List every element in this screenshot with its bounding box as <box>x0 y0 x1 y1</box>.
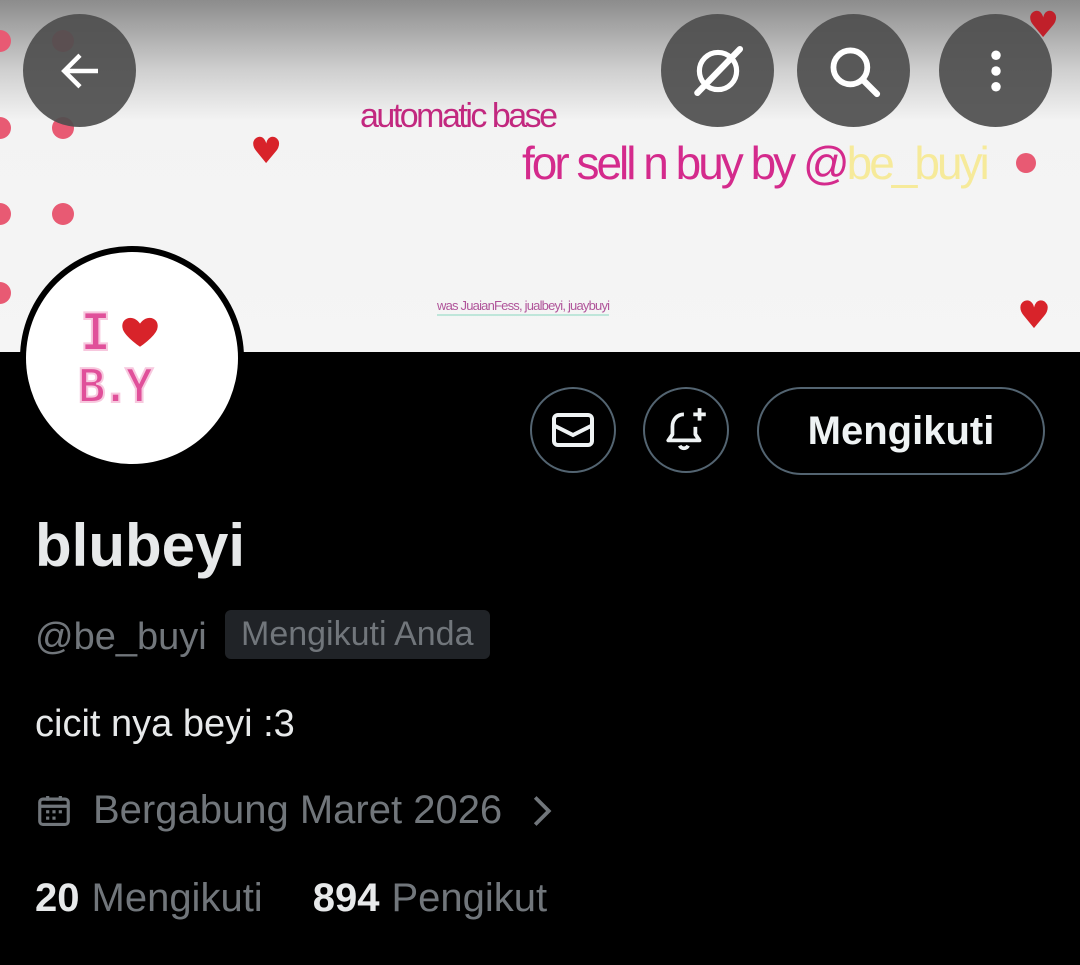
banner-dot <box>0 30 11 52</box>
follows-you-badge: Mengikuti Anda <box>225 610 490 659</box>
search-icon <box>830 47 880 97</box>
heart-icon: ♥ <box>1017 293 1052 337</box>
message-button[interactable] <box>530 387 616 473</box>
banner-dot <box>1016 153 1036 173</box>
joined-date-row[interactable]: Bergabung Maret 2026 <box>35 788 556 833</box>
banner-dot <box>0 282 11 304</box>
following-stat[interactable]: 20 Mengikuti <box>35 876 263 921</box>
profile-bio: cicit nya beyi :3 <box>35 703 295 745</box>
envelope-icon <box>552 413 594 447</box>
heart-icon <box>120 315 160 350</box>
banner-text-line3: was JuaianFess, jualbeyi, juaybuyi <box>437 298 610 316</box>
profile-handle: @be_buyi <box>35 616 207 658</box>
grok-button[interactable] <box>661 14 774 127</box>
bell-plus-icon <box>666 408 706 451</box>
chevron-right-icon <box>534 795 552 826</box>
search-button[interactable] <box>797 14 910 127</box>
followers-stat[interactable]: 894 Pengikut <box>313 876 547 921</box>
banner-text-line2: for sell n buy by @be_buyi <box>522 136 990 190</box>
banner-dot <box>52 203 74 225</box>
following-count: 20 <box>35 876 80 920</box>
notify-button[interactable] <box>643 387 729 473</box>
grok-icon <box>693 45 743 96</box>
avatar-logo-i: I <box>80 303 111 363</box>
heart-icon: ♥ <box>250 131 283 172</box>
followers-count: 894 <box>312 876 380 920</box>
banner-text-handle: be_buyi <box>846 137 990 189</box>
more-vertical-icon <box>990 50 1001 91</box>
following-label: Mengikuti <box>91 876 263 920</box>
back-button[interactable] <box>23 14 136 127</box>
banner-text-line1: automatic base <box>360 97 558 135</box>
more-button[interactable] <box>939 14 1052 127</box>
display-name: blubeyi <box>35 512 246 579</box>
followers-label: Pengikut <box>391 876 548 920</box>
avatar-logo-by: B.Y <box>78 359 153 410</box>
following-button[interactable]: Mengikuti <box>757 387 1045 475</box>
arrow-left-icon <box>60 53 98 88</box>
avatar-logo: I B.Y <box>78 302 160 410</box>
banner-dot <box>0 117 11 139</box>
calendar-icon <box>38 795 70 826</box>
avatar[interactable]: I B.Y <box>26 252 238 464</box>
joined-date-text: Bergabung Maret 2026 <box>93 788 503 832</box>
banner-text-prefix: for sell n buy by @ <box>522 137 850 189</box>
banner-dot <box>0 203 11 225</box>
follow-stats: 20 Mengikuti 894 Pengikut <box>35 876 547 921</box>
